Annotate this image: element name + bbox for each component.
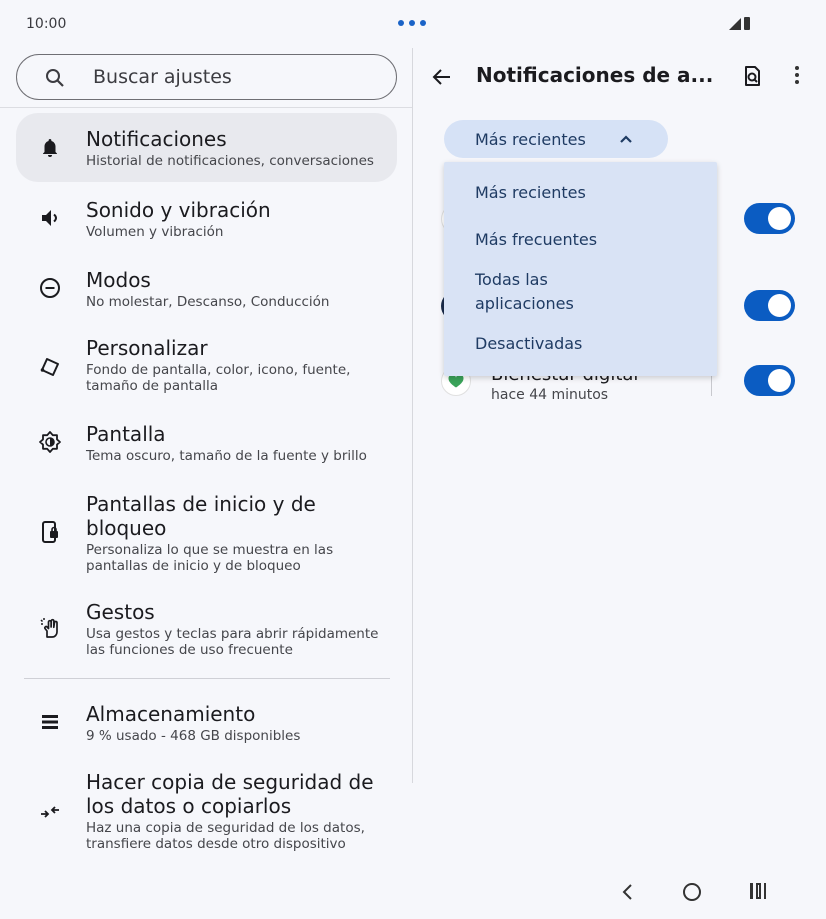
transfer-icon [41,806,59,818]
sort-option-recent[interactable]: Más recientes [475,181,675,205]
nav-home-icon[interactable] [683,883,701,901]
settings-item-notifications[interactable]: Notificaciones Historial de notificacion… [16,113,397,182]
settings-item-personalize[interactable]: Personalizar Fondo de pantalla, color, i… [16,326,397,402]
item-title: Pantallas de inicio y de bloqueo [86,492,316,540]
item-subtitle: Volumen y vibración [86,224,224,240]
item-title: Pantalla [86,422,166,446]
settings-item-gestures[interactable]: Gestos Usa gestos y teclas para abrir rá… [16,590,397,666]
item-subtitle: 9 % usado - 468 GB disponibles [86,728,301,744]
battery-icon [744,17,750,30]
item-subtitle: No molestar, Descanso, Conducción [86,294,330,310]
sort-option-all-apps[interactable]: Todas las aplicaciones [475,268,605,316]
search-input[interactable] [93,63,373,91]
app-notification-toggle[interactable] [744,290,795,321]
search-icon [46,69,64,87]
item-subtitle: Personaliza lo que se muestra en las pan… [86,542,334,574]
page-title: Notificaciones de a... [476,63,714,87]
signal-icon [729,18,741,30]
palette-icon [40,358,59,376]
item-subtitle: Usa gestos y teclas para abrir rápidamen… [86,626,379,658]
app-notification-toggle[interactable] [744,365,795,396]
notification-history-icon[interactable] [740,64,764,88]
item-subtitle: Haz una copia de seguridad de los datos,… [86,820,365,852]
storage-icon [42,715,58,729]
do-not-disturb-icon [40,278,60,298]
bell-icon [43,139,57,157]
phone-lock-icon [42,521,58,543]
sort-dropdown-menu: Más recientes Más frecuentes Todas las a… [444,162,717,376]
navigation-bar [0,868,826,919]
search-divider [0,107,412,108]
sort-dropdown-button[interactable]: Más recientes [444,120,668,158]
item-title: Gestos [86,600,155,624]
brightness-icon [39,431,61,453]
settings-item-sound[interactable]: Sonido y vibración Volumen y vibración [16,188,397,250]
item-title: Sonido y vibración [86,198,271,222]
back-arrow-icon[interactable] [430,65,454,89]
item-title: Notificaciones [86,127,227,151]
status-dots-icon [398,20,426,26]
sort-option-frequent[interactable]: Más frecuentes [475,228,675,252]
item-title: Modos [86,268,151,292]
gesture-hand-icon [40,618,58,638]
status-bar: 10:00 [0,0,826,48]
nav-back-icon[interactable] [620,882,634,902]
item-title: Hacer copia de seguridad de los datos o … [86,770,374,818]
settings-list-pane: Notificaciones Historial de notificacion… [0,48,412,868]
more-options-icon[interactable] [793,66,801,88]
section-divider [24,678,390,679]
sort-selected-label: Más recientes [475,130,586,149]
app-notification-toggle[interactable] [744,203,795,234]
sort-option-disabled[interactable]: Desactivadas [475,332,675,356]
settings-item-backup[interactable]: Hacer copia de seguridad de los datos o … [16,760,397,860]
app-time: hace 44 minutos [491,387,609,403]
speaker-icon [42,210,58,226]
chevron-up-icon [620,135,632,143]
app-notifications-pane: Notificaciones de a... Bienestar digital… [413,48,826,868]
item-title: Personalizar [86,336,208,360]
settings-item-modes[interactable]: Modos No molestar, Descanso, Conducción [16,258,397,320]
nav-recents-icon[interactable] [750,883,766,899]
item-title: Almacenamiento [86,702,256,726]
status-icons [729,17,750,30]
item-subtitle: Tema oscuro, tamaño de la fuente y brill… [86,448,367,464]
search-bar[interactable] [16,54,397,100]
settings-item-display[interactable]: Pantalla Tema oscuro, tamaño de la fuent… [16,412,397,474]
status-time: 10:00 [26,16,67,32]
item-subtitle: Historial de notificaciones, conversacio… [86,153,374,169]
item-subtitle: Fondo de pantalla, color, icono, fuente,… [86,362,351,394]
settings-item-storage[interactable]: Almacenamiento 9 % usado - 468 GB dispon… [16,692,397,754]
settings-item-home-lock-screens[interactable]: Pantallas de inicio y de bloqueo Persona… [16,482,397,582]
